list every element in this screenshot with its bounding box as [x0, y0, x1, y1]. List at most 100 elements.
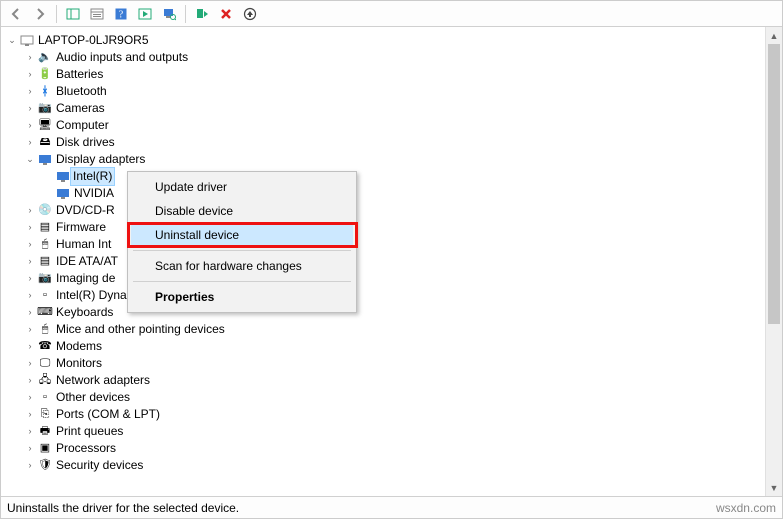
tree-item-label: Security devices — [55, 457, 143, 474]
expand-toggle[interactable]: › — [23, 340, 37, 354]
expand-toggle[interactable]: ⌄ — [23, 153, 37, 167]
device-icon: ▤ — [37, 220, 53, 236]
category-item[interactable]: ›▣Processors — [5, 440, 782, 457]
scroll-thumb[interactable] — [768, 44, 780, 324]
expand-toggle[interactable]: › — [23, 119, 37, 133]
scroll-down-button[interactable]: ▼ — [766, 479, 782, 496]
tree-item-label: Keyboards — [55, 304, 113, 321]
category-item[interactable]: ›▫Other devices — [5, 389, 782, 406]
tree-item-label: Network adapters — [55, 372, 150, 389]
expand-toggle[interactable]: › — [23, 136, 37, 150]
device-icon: ⌨ — [37, 305, 53, 321]
category-item[interactable]: ›⌨Keyboards — [5, 304, 782, 321]
category-item[interactable]: ›🖱Mice and other pointing devices — [5, 321, 782, 338]
expand-toggle[interactable]: › — [23, 238, 37, 252]
expand-toggle[interactable]: › — [23, 68, 37, 82]
expand-toggle[interactable]: › — [23, 51, 37, 65]
tree-item-label: Computer — [55, 117, 109, 134]
category-item[interactable]: ›⎘Ports (COM & LPT) — [5, 406, 782, 423]
tree-item-label: DVD/CD-R — [55, 202, 115, 219]
context-menu-item[interactable]: Disable device — [131, 199, 353, 223]
context-menu-item[interactable]: Scan for hardware changes — [131, 254, 353, 278]
context-menu-item[interactable]: Properties — [131, 285, 353, 309]
device-item[interactable]: NVIDIA — [5, 185, 782, 202]
category-item[interactable]: ›🔋Batteries — [5, 66, 782, 83]
category-item[interactable]: ›🖶Print queues — [5, 423, 782, 440]
vertical-scrollbar[interactable]: ▲ ▼ — [765, 27, 782, 496]
category-item[interactable]: ›▤Firmware — [5, 219, 782, 236]
device-icon: 🖱 — [37, 237, 53, 253]
category-item[interactable]: ›ᚼBluetooth — [5, 83, 782, 100]
enable-device-button[interactable] — [191, 3, 213, 25]
expand-toggle[interactable]: › — [23, 374, 37, 388]
device-icon: 🖴 — [37, 135, 53, 151]
expand-toggle[interactable]: › — [23, 102, 37, 116]
context-menu: Update driverDisable deviceUninstall dev… — [127, 171, 357, 313]
back-button[interactable] — [5, 3, 27, 25]
expand-toggle[interactable]: › — [23, 255, 37, 269]
action-button[interactable] — [134, 3, 156, 25]
expand-toggle[interactable]: › — [23, 221, 37, 235]
device-icon: ᚼ — [37, 84, 53, 100]
category-item[interactable]: ›🖵Monitors — [5, 355, 782, 372]
device-item[interactable]: Intel(R) — [5, 168, 782, 185]
expand-toggle[interactable]: › — [23, 272, 37, 286]
category-item[interactable]: ›📷Imaging de — [5, 270, 782, 287]
category-display-adapters[interactable]: ⌄ Display adapters — [5, 151, 782, 168]
device-icon — [37, 152, 53, 168]
tree-item-label: Intel(R) — [71, 168, 114, 185]
scroll-up-button[interactable]: ▲ — [766, 27, 782, 44]
category-item[interactable]: ›🖧Network adapters — [5, 372, 782, 389]
uninstall-device-button[interactable] — [239, 3, 261, 25]
context-menu-item[interactable]: Uninstall device — [131, 223, 353, 247]
tree-item-label: Display adapters — [55, 151, 145, 168]
context-menu-item[interactable]: Update driver — [131, 175, 353, 199]
expand-toggle[interactable]: ⌄ — [5, 34, 19, 48]
category-item[interactable]: ›🖴Disk drives — [5, 134, 782, 151]
root-node[interactable]: ⌄LAPTOP-0LJR9OR5 — [5, 32, 782, 49]
category-item[interactable]: ›💿DVD/CD-R — [5, 202, 782, 219]
category-item[interactable]: ›▤IDE ATA/AT — [5, 253, 782, 270]
category-item[interactable]: ›🛡Security devices — [5, 457, 782, 474]
expand-toggle[interactable]: › — [23, 442, 37, 456]
category-item[interactable]: ›🔈Audio inputs and outputs — [5, 49, 782, 66]
expand-toggle[interactable]: › — [23, 204, 37, 218]
category-item[interactable]: ›☎Modems — [5, 338, 782, 355]
expand-toggle[interactable]: › — [23, 289, 37, 303]
expand-toggle[interactable]: › — [23, 408, 37, 422]
category-item[interactable]: ›🖥Computer — [5, 117, 782, 134]
tree-item-label: Audio inputs and outputs — [55, 49, 188, 66]
category-item[interactable]: ›▫Intel(R) Dynamic Platform and Thermal … — [5, 287, 782, 304]
tree-item-label: Cameras — [55, 100, 105, 117]
expand-toggle[interactable]: › — [23, 357, 37, 371]
device-icon: 🖵 — [37, 356, 53, 372]
disable-device-button[interactable] — [215, 3, 237, 25]
svg-text:?: ? — [119, 9, 124, 20]
tree-item-label: Modems — [55, 338, 102, 355]
device-icon: ⎘ — [37, 407, 53, 423]
expand-toggle[interactable]: › — [23, 306, 37, 320]
device-tree[interactable]: ⌄LAPTOP-0LJR9OR5›🔈Audio inputs and outpu… — [1, 28, 782, 496]
device-icon — [19, 33, 35, 49]
device-icon: ▫ — [37, 288, 53, 304]
properties-button[interactable] — [86, 3, 108, 25]
device-icon: 🛡 — [37, 458, 53, 474]
category-item[interactable]: ›🖱Human Int — [5, 236, 782, 253]
forward-button[interactable] — [29, 3, 51, 25]
show-hide-console-button[interactable] — [62, 3, 84, 25]
toolbar: ? — [1, 1, 782, 27]
tree-item-label: Firmware — [55, 219, 106, 236]
expand-toggle[interactable]: › — [23, 323, 37, 337]
device-icon: 🔋 — [37, 67, 53, 83]
scan-hardware-button[interactable] — [158, 3, 180, 25]
expand-toggle[interactable]: › — [23, 425, 37, 439]
toolbar-separator — [56, 5, 57, 23]
category-item[interactable]: ›📷Cameras — [5, 100, 782, 117]
expand-toggle[interactable]: › — [23, 85, 37, 99]
device-icon: ▣ — [37, 441, 53, 457]
device-icon: 🖥 — [37, 118, 53, 134]
expand-toggle[interactable]: › — [23, 391, 37, 405]
help-button[interactable]: ? — [110, 3, 132, 25]
expand-toggle[interactable]: › — [23, 459, 37, 473]
device-icon: ▫ — [37, 390, 53, 406]
